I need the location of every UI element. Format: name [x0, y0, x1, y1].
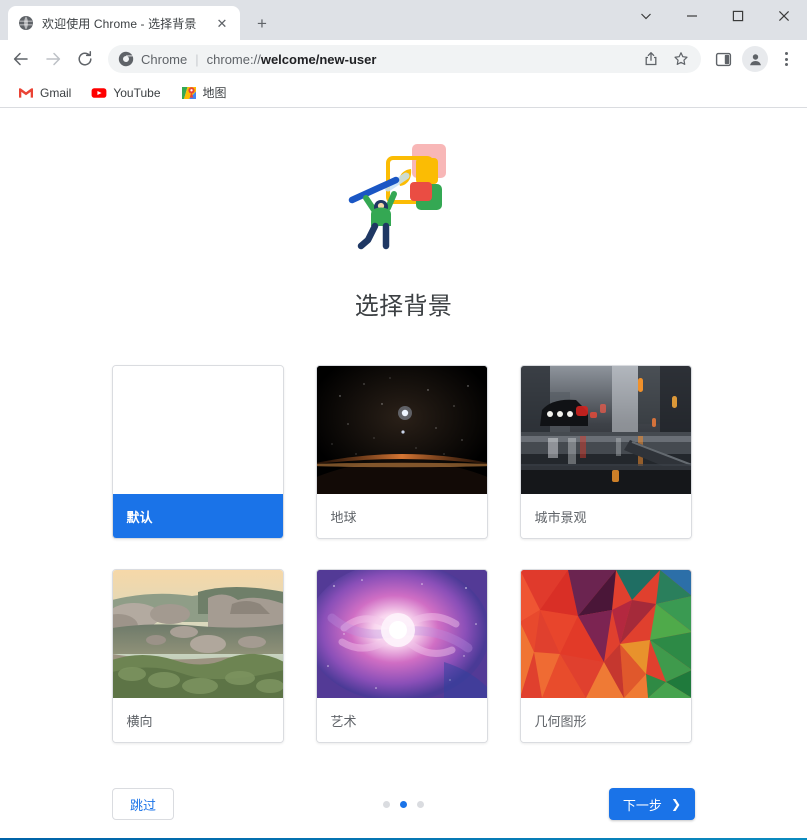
thumbnail-earth [316, 366, 487, 494]
google-maps-icon [181, 85, 197, 101]
close-icon[interactable]: ✕ [212, 13, 232, 33]
side-panel-icon[interactable] [709, 45, 737, 73]
thumbnail-landscape [112, 570, 283, 698]
omnibox-chip-label: Chrome [141, 51, 188, 67]
thumbnail-cityscape [520, 366, 691, 494]
youtube-icon [91, 85, 107, 101]
thumbnail-art [316, 570, 487, 698]
next-button-label: 下一步 [622, 797, 662, 813]
chrome-logo-icon [118, 51, 134, 67]
background-card-landscape[interactable]: 横向 [111, 569, 284, 743]
next-button[interactable]: 下一步 ❯ [608, 788, 695, 820]
thumbnail-geometric [520, 570, 691, 698]
omnibox-actions [637, 45, 695, 73]
reload-icon[interactable] [70, 44, 100, 74]
background-card-art[interactable]: 艺术 [315, 569, 488, 743]
url-path: welcome/new-user [260, 51, 377, 67]
chrome-menu-icon[interactable] [773, 45, 799, 73]
page-title: 选择背景 [354, 293, 453, 320]
wizard-footer: 跳过 下一步 ❯ [0, 786, 807, 822]
card-label: 几何图形 [520, 698, 691, 742]
thumbnail-blank [112, 366, 283, 494]
bookmark-label: 地图 [202, 86, 227, 100]
step-dot-2[interactable] [400, 800, 407, 808]
chevron-right-icon: ❯ [670, 797, 681, 811]
card-label: 横向 [112, 698, 283, 742]
background-card-default[interactable]: 默认 [111, 365, 284, 539]
background-options-grid: 默认 地球 城市景观 横向 艺术 几何图形 [111, 365, 696, 743]
card-label: 艺术 [316, 698, 487, 742]
step-dot-1[interactable] [383, 800, 390, 808]
card-label: 城市景观 [520, 494, 691, 538]
tab-title: 欢迎使用 Chrome - 选择背景 [42, 16, 197, 31]
omnibox-separator: | [195, 51, 199, 67]
window-controls [623, 0, 807, 32]
background-card-earth[interactable]: 地球 [315, 365, 488, 539]
hero-illustration-container [0, 108, 807, 254]
background-card-cityscape[interactable]: 城市景观 [519, 365, 692, 539]
omnibox-url-text: chrome://welcome/new-user [207, 52, 630, 67]
address-bar[interactable]: Chrome | chrome://welcome/new-user [108, 45, 701, 73]
back-icon[interactable] [6, 44, 36, 74]
bookmark-label: Gmail [40, 85, 72, 100]
url-scheme: chrome:// [206, 51, 261, 67]
browser-toolbar: Chrome | chrome://welcome/new-user [0, 40, 807, 78]
person-painting-illustration [344, 136, 464, 254]
bookmark-gmail[interactable]: Gmail [10, 82, 79, 104]
gmail-icon [18, 85, 34, 101]
bookmark-maps[interactable]: 地图 [173, 81, 235, 104]
step-dot-3[interactable] [417, 800, 424, 808]
card-label: 默认 [112, 494, 283, 538]
bookmark-label: YouTube [113, 85, 161, 100]
globe-icon [18, 15, 34, 31]
profile-avatar[interactable] [742, 46, 768, 72]
browser-tab[interactable]: 欢迎使用 Chrome - 选择背景 ✕ [8, 6, 240, 40]
bookmark-youtube[interactable]: YouTube [83, 82, 168, 104]
skip-button[interactable]: 跳过 [112, 788, 174, 820]
bookmarks-bar: Gmail YouTube 地图 [0, 78, 807, 108]
background-card-geometric[interactable]: 几何图形 [519, 569, 692, 743]
tab-strip: 欢迎使用 Chrome - 选择背景 ✕ + [0, 0, 807, 40]
welcome-page: 选择背景 默认 地球 城市景观 横向 艺术 几何图形 跳过 下一步 ❯ [0, 108, 807, 840]
share-icon[interactable] [637, 45, 665, 73]
bookmark-star-icon[interactable] [667, 45, 695, 73]
forward-icon[interactable] [38, 44, 68, 74]
close-window-icon[interactable] [761, 0, 807, 32]
card-label: 地球 [316, 494, 487, 538]
minimize-icon[interactable] [669, 0, 715, 32]
maximize-icon[interactable] [715, 0, 761, 32]
tab-search-icon[interactable] [623, 0, 669, 32]
new-tab-button[interactable]: + [248, 9, 276, 37]
